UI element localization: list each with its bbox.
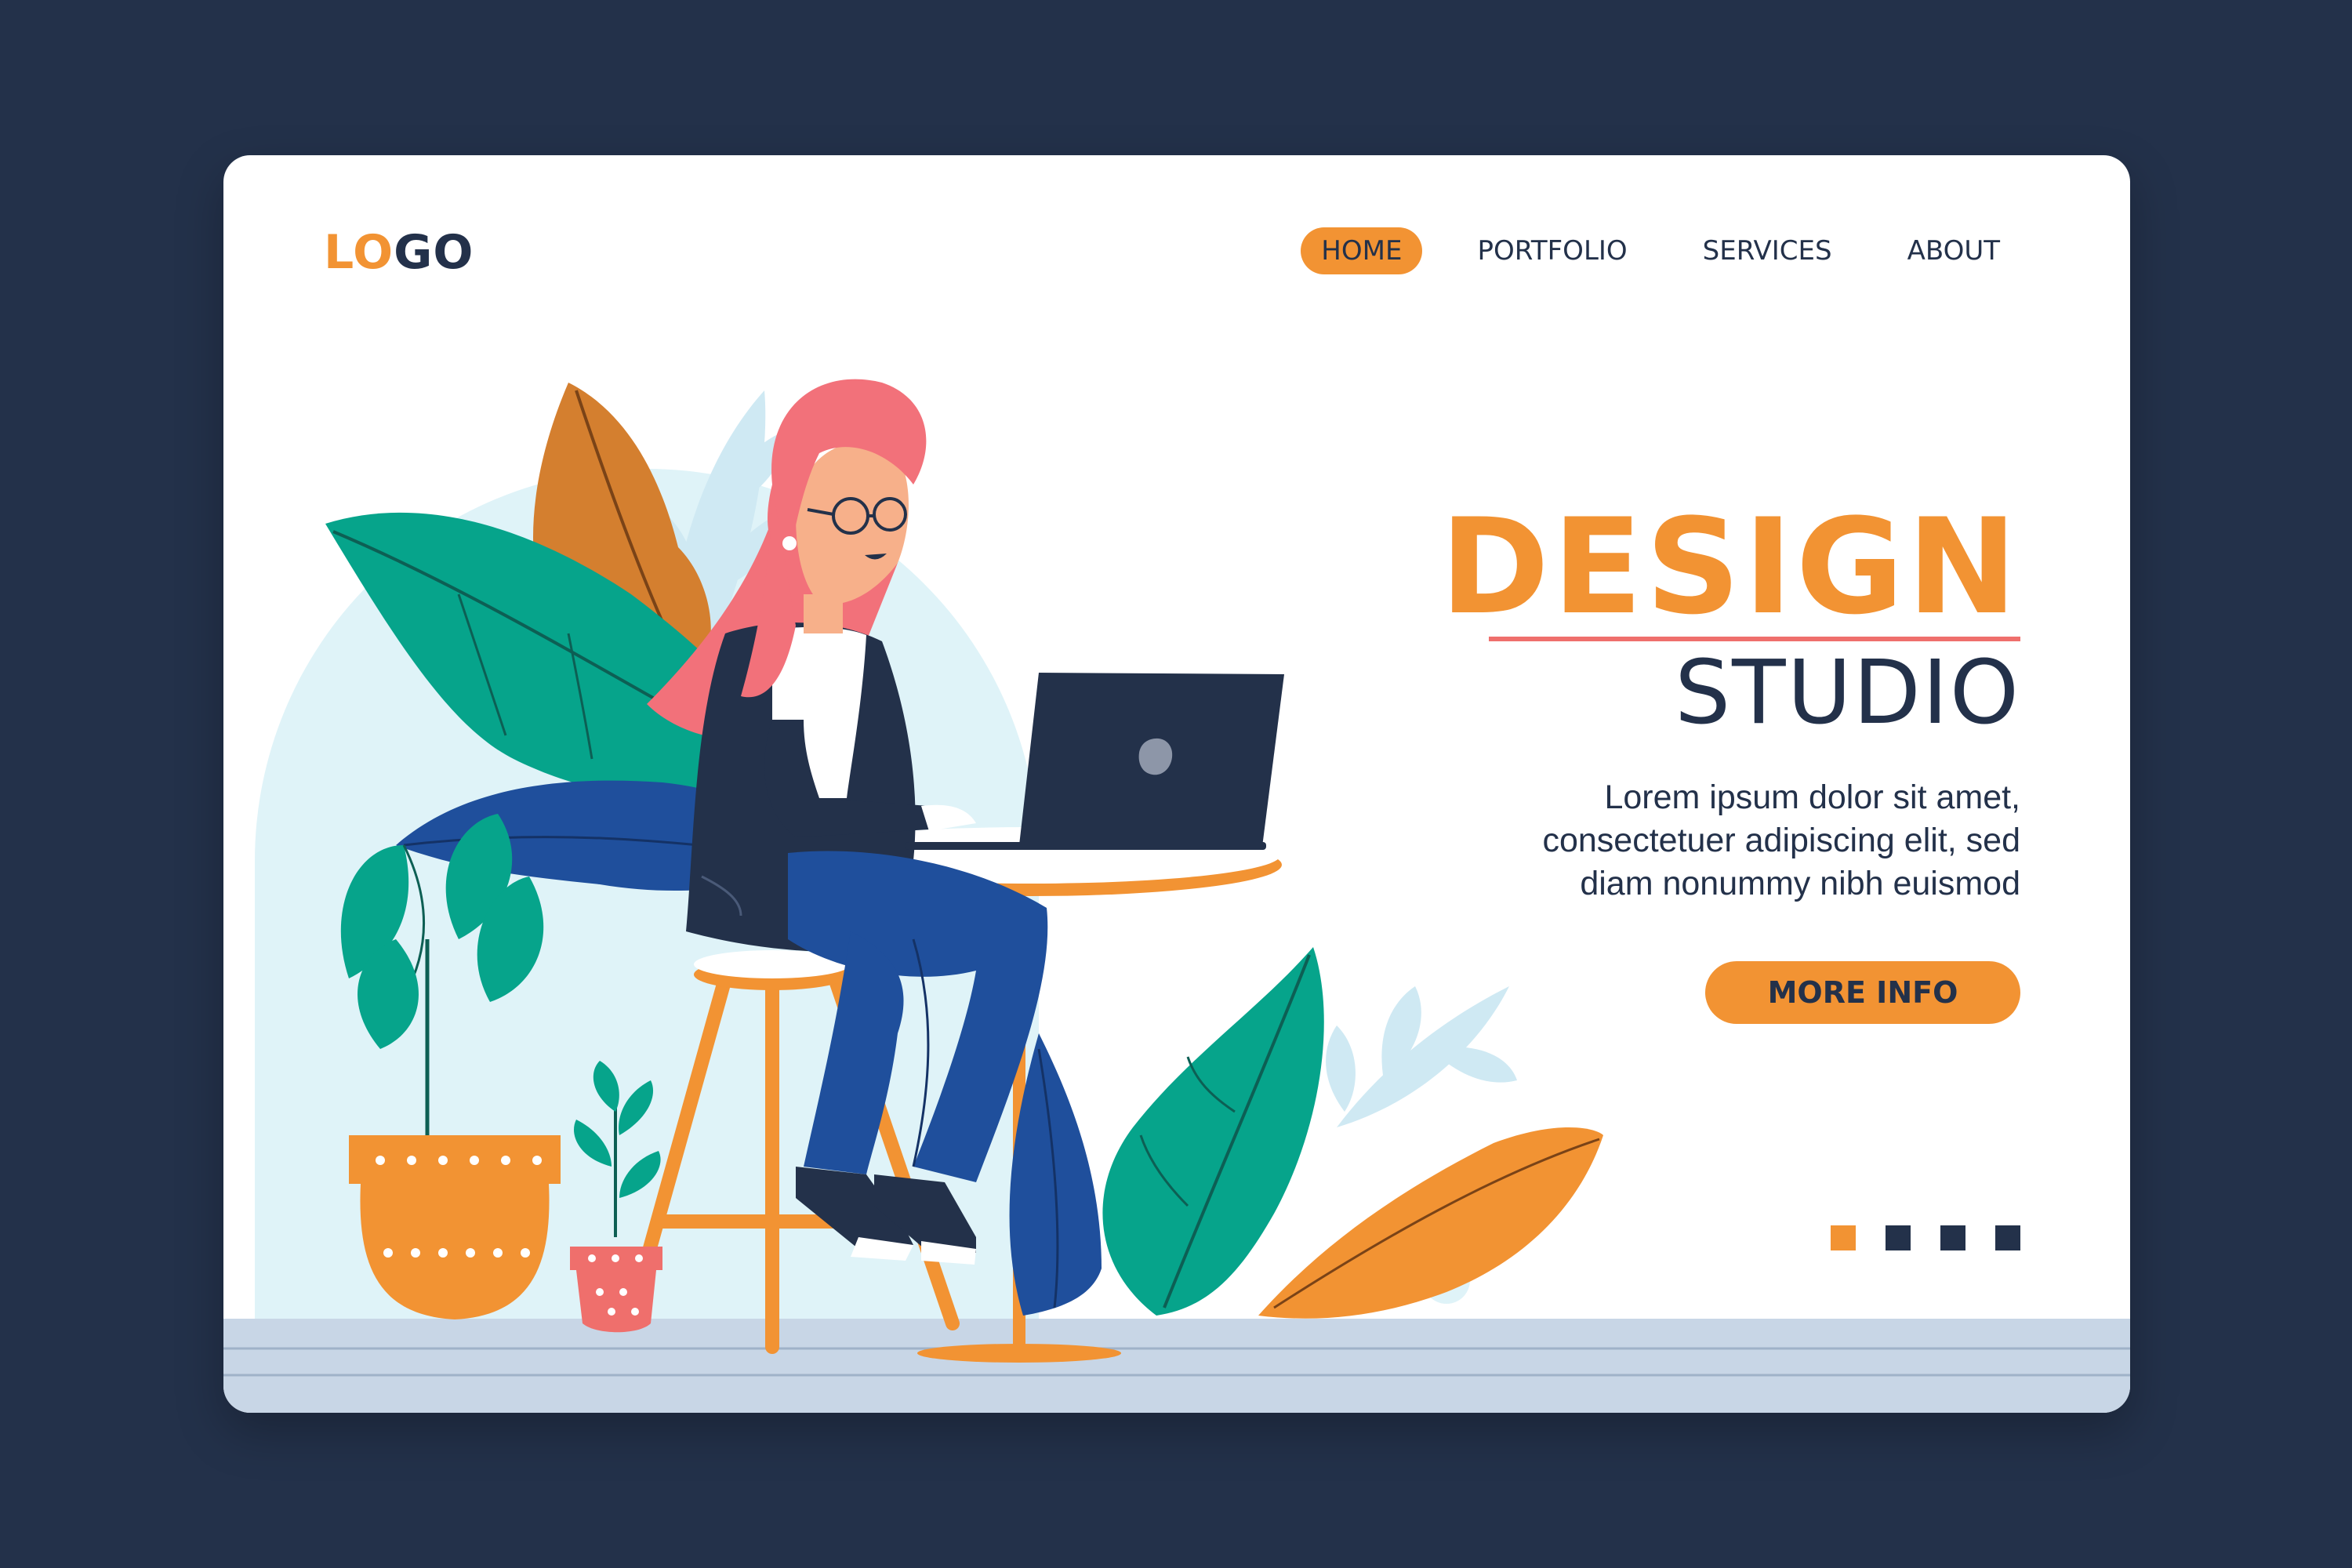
laptop-base xyxy=(906,842,1266,850)
pagination-dot-2[interactable] xyxy=(1886,1225,1911,1250)
table-base xyxy=(917,1344,1121,1363)
logo[interactable]: LOGO xyxy=(324,224,474,281)
hero-subtitle: STUDIO xyxy=(1675,642,2020,744)
more-info-button[interactable]: MORE INFO xyxy=(1705,961,2020,1024)
nav-about[interactable]: ABOUT xyxy=(1887,227,2020,274)
description-line: Lorem ipsum dolor sit amet, xyxy=(1604,779,2020,816)
bubble xyxy=(367,665,401,699)
earring xyxy=(782,536,797,550)
light-fern-right xyxy=(1326,986,1517,1127)
main-nav: HOME PORTFOLIO SERVICES ABOUT xyxy=(1301,226,2020,276)
bubble xyxy=(383,728,427,771)
description-line: consectetuer adipiscing elit, sed xyxy=(1542,822,2020,859)
pagination-dot-4[interactable] xyxy=(1995,1225,2020,1250)
nav-services[interactable]: SERVICES xyxy=(1682,227,1853,274)
pagination-dot-3[interactable] xyxy=(1940,1225,1965,1250)
logo-part-1: LO xyxy=(324,225,394,280)
nav-portfolio[interactable]: PORTFOLIO xyxy=(1457,227,1647,274)
slide-pagination xyxy=(1831,1225,2020,1250)
floor xyxy=(223,1319,2130,1413)
landing-page-card: LOGO HOME PORTFOLIO SERVICES ABOUT DESIG… xyxy=(223,155,2130,1413)
nav-home[interactable]: HOME xyxy=(1301,227,1423,274)
description-line: diam nonummy nibh euismod xyxy=(1580,865,2020,902)
hero-title: DESIGN xyxy=(1439,490,2020,644)
logo-part-2: GO xyxy=(394,225,474,280)
pagination-dot-1[interactable] xyxy=(1831,1225,1856,1250)
hero-description: Lorem ipsum dolor sit amet, consectetuer… xyxy=(1425,776,2020,906)
hero-title-block: DESIGN STUDIO xyxy=(1440,500,2020,740)
